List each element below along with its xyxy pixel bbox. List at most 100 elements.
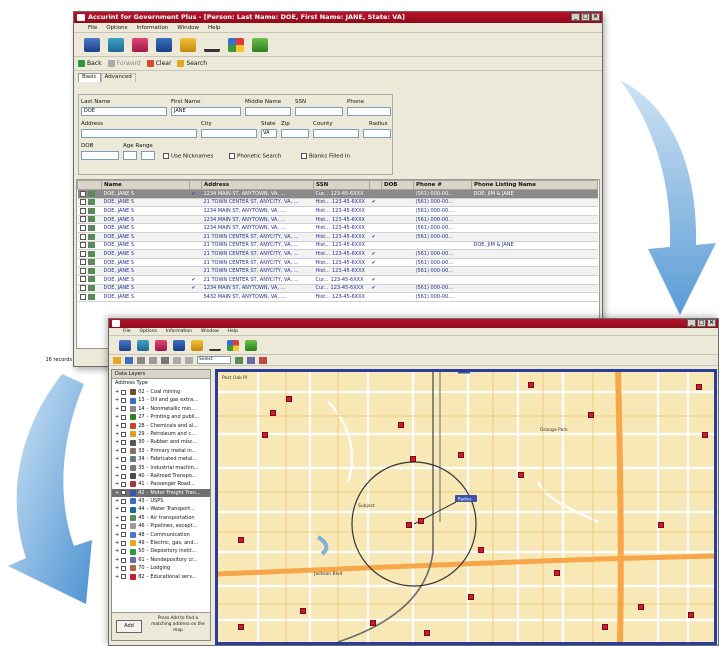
phonetic-checkbox-box[interactable] xyxy=(229,153,235,159)
city-field[interactable] xyxy=(201,129,257,138)
name-cell[interactable]: DOE, JANE S xyxy=(101,189,190,199)
map-marker[interactable] xyxy=(398,422,404,428)
table-row[interactable]: DOE, JANE S 21 TOWN CENTER ST, ANYCITY, V… xyxy=(77,266,598,276)
map-property-search-icon[interactable] xyxy=(173,339,185,351)
layer-item[interactable]: +33- Primary metal in... xyxy=(112,447,210,455)
phonetic-search-checkbox[interactable]: Phonetic Search xyxy=(229,153,281,160)
phone-cell[interactable]: (561) 000-00... xyxy=(413,284,472,294)
expand-icon[interactable]: + xyxy=(115,422,119,430)
ssn-cell[interactable]: Hist... 123-45-6XXX xyxy=(313,249,370,259)
row-checkbox[interactable] xyxy=(79,250,86,257)
phone-cell[interactable] xyxy=(413,275,472,285)
expand-icon[interactable]: + xyxy=(115,556,119,564)
business-search-icon[interactable] xyxy=(108,37,124,52)
phone-cell[interactable]: (561) 000-00... xyxy=(413,292,472,302)
map-business-search-icon[interactable] xyxy=(137,339,149,351)
col-name[interactable]: Name xyxy=(101,180,190,190)
expand-icon[interactable]: + xyxy=(115,573,119,581)
table-row[interactable]: DOE, JANE S ✔ 21 TOWN CENTER ST, ANYCITY, … xyxy=(77,275,598,285)
address-cell[interactable]: 1234 MAIN ST, ANYTOWN, VA, ... xyxy=(201,189,314,199)
col-ssn[interactable]: SSN xyxy=(313,180,370,190)
map-key-icon[interactable] xyxy=(209,340,221,351)
map-marker[interactable] xyxy=(468,594,474,600)
expand-icon[interactable]: + xyxy=(115,438,119,446)
tab-advanced[interactable]: Advanced xyxy=(100,73,136,82)
layer-checkbox[interactable] xyxy=(121,498,127,504)
layer-item[interactable]: +41- Passenger Road... xyxy=(112,480,210,488)
name-cell[interactable]: DOE, JANE S xyxy=(101,249,190,259)
layers-icon[interactable] xyxy=(247,356,255,364)
layer-checkbox[interactable] xyxy=(121,549,127,555)
layer-item[interactable]: +34- Fabricated metal... xyxy=(112,455,210,463)
table-row[interactable]: DOE, JANE S 21 TOWN CENTER ST, ANYCITY, V… xyxy=(77,241,598,251)
name-cell[interactable]: DOE, JANE S xyxy=(101,275,190,285)
address-cell[interactable]: 21 TOWN CENTER ST, ANYCITY, VA, ... xyxy=(201,198,314,208)
expand-icon[interactable]: + xyxy=(115,396,119,404)
layer-checkbox[interactable] xyxy=(121,481,127,487)
layer-item[interactable]: +30- Rubber and misc... xyxy=(112,438,210,446)
address-cell[interactable]: 1234 MAIN ST, ANYTOWN, VA, ... xyxy=(201,215,314,225)
row-select-cell[interactable] xyxy=(77,292,102,302)
layer-item[interactable]: +02- Coal mining xyxy=(112,388,210,396)
puzzle-icon[interactable] xyxy=(228,37,244,52)
expand-icon[interactable]: + xyxy=(115,505,119,513)
layer-checkbox[interactable] xyxy=(121,448,127,454)
map-window-titlebar[interactable]: _ □ × xyxy=(109,319,718,328)
minimize-button[interactable]: _ xyxy=(571,13,580,21)
layer-item[interactable]: +45- Air transportation xyxy=(112,514,210,522)
map-marker[interactable] xyxy=(702,432,708,438)
map-marker[interactable] xyxy=(688,612,694,618)
ssn-cell[interactable]: Cur... 123-45-6XXX xyxy=(313,189,370,199)
zoom-in-icon[interactable] xyxy=(173,356,181,364)
col-listing[interactable]: Phone Listing Name xyxy=(471,180,598,190)
menu-file[interactable]: File xyxy=(88,23,97,32)
name-cell[interactable]: DOE, JANE S xyxy=(101,198,190,208)
expand-icon[interactable]: + xyxy=(115,539,119,547)
row-select-cell[interactable] xyxy=(77,189,102,199)
map-marker[interactable] xyxy=(658,522,664,528)
table-row[interactable]: DOE, JANE S 21 TOWN CENTER ST, ANYCITY, V… xyxy=(77,249,598,259)
map-marker[interactable] xyxy=(370,620,376,626)
table-row[interactable]: DOE, JANE S ✔ 1234 MAIN ST, ANYTOWN, VA, .… xyxy=(77,284,598,294)
col-dob[interactable]: DOB xyxy=(381,180,414,190)
layer-item[interactable]: +13- Oil and gas extra... xyxy=(112,396,210,404)
table-row[interactable]: DOE, JANE S 1234 MAIN ST, ANYTOWN, VA, ..… xyxy=(77,223,598,233)
layer-checkbox[interactable] xyxy=(121,473,127,479)
person-search-icon[interactable] xyxy=(84,37,100,52)
map-marker[interactable] xyxy=(638,604,644,610)
layer-item[interactable]: +35- Industrial machin... xyxy=(112,464,210,472)
last-name-field[interactable]: DOE xyxy=(81,107,167,116)
layer-group-address-type[interactable]: Address Type xyxy=(112,379,210,388)
name-cell[interactable]: DOE, JANE S xyxy=(101,232,190,242)
map-document-search-icon[interactable] xyxy=(191,339,203,351)
layer-checkbox[interactable] xyxy=(121,523,127,529)
phone-cell[interactable] xyxy=(413,241,472,251)
ssn-cell[interactable]: Hist... 123-45-6XXX xyxy=(313,258,370,268)
open-icon[interactable] xyxy=(113,356,121,364)
print-icon[interactable] xyxy=(137,356,145,364)
row-select-cell[interactable] xyxy=(77,198,102,208)
layer-checkbox[interactable] xyxy=(121,515,127,521)
address-cell[interactable]: 21 TOWN CENTER ST, ANYCITY, VA, ... xyxy=(201,249,314,259)
row-checkbox[interactable] xyxy=(79,276,86,283)
map-vehicle-search-icon[interactable] xyxy=(155,339,167,351)
menu-window[interactable]: Window xyxy=(177,23,199,32)
map-marker[interactable] xyxy=(424,630,430,636)
layer-item[interactable]: +46- Pipelines, except... xyxy=(112,522,210,530)
map-maximize-button[interactable]: □ xyxy=(697,319,706,327)
close-button[interactable]: × xyxy=(591,13,600,21)
ssn-cell[interactable]: Hist... 123-45-6XXX xyxy=(313,198,370,208)
map-marker[interactable] xyxy=(528,382,534,388)
expand-icon[interactable]: + xyxy=(115,522,119,530)
blanks-filled-checkbox[interactable]: Blanks Filled In xyxy=(301,153,350,160)
select-tool-icon[interactable] xyxy=(161,356,169,364)
layer-item[interactable]: +43- USPS xyxy=(112,497,210,505)
layer-item[interactable]: +61- Nondepository cr... xyxy=(112,556,210,564)
map-menu-file[interactable]: File xyxy=(123,328,131,335)
row-select-cell[interactable] xyxy=(77,206,102,216)
maximize-button[interactable]: □ xyxy=(581,13,590,21)
layer-checkbox[interactable] xyxy=(121,414,127,420)
layer-item[interactable]: +50- Depository instit... xyxy=(112,547,210,555)
zoom-out-icon[interactable] xyxy=(185,356,193,364)
layer-item[interactable]: +49- Electric, gas, and... xyxy=(112,539,210,547)
